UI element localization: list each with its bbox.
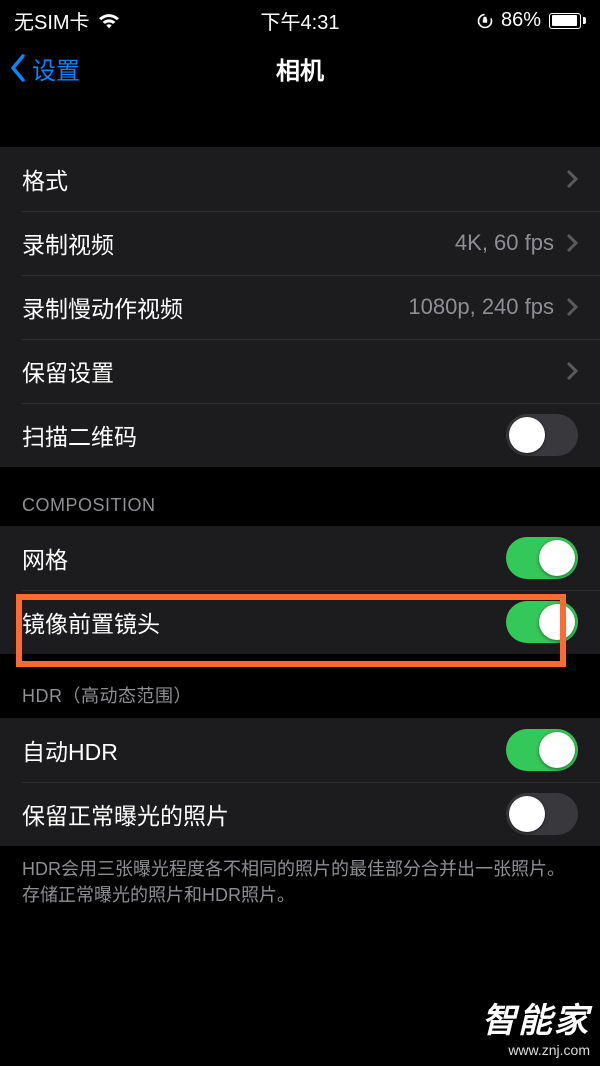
row-scan-qr: 扫描二维码 — [0, 403, 600, 467]
row-record-video[interactable]: 录制视频 4K, 60 fps — [0, 211, 600, 275]
row-label: 扫描二维码 — [22, 418, 137, 452]
nav-header: 设置 相机 — [0, 39, 600, 97]
watermark: 智能家 www.znj.com — [482, 993, 590, 1058]
row-grid: 网格 — [0, 526, 600, 590]
row-auto-hdr: 自动HDR — [0, 718, 600, 782]
back-button[interactable]: 设置 — [0, 51, 80, 86]
back-label: 设置 — [32, 51, 80, 86]
toggle-grid[interactable] — [506, 537, 578, 579]
section-footer-hdr: HDR会用三张曝光程度各不相同的照片的最佳部分合并出一张照片。存储正常曝光的照片… — [0, 846, 600, 908]
status-bar: 无SIM卡 下午4:31 86% — [0, 0, 600, 39]
row-label: 保留正常曝光的照片 — [22, 797, 229, 831]
settings-group-hdr: 自动HDR 保留正常曝光的照片 — [0, 718, 600, 846]
page-title: 相机 — [0, 51, 600, 86]
chevron-right-icon — [566, 169, 578, 189]
row-label: 录制慢动作视频 — [22, 290, 183, 324]
chevron-right-icon — [566, 233, 578, 253]
row-preserve-settings[interactable]: 保留设置 — [0, 339, 600, 403]
settings-group-main: 格式 录制视频 4K, 60 fps 录制慢动作视频 1080p, 240 fp… — [0, 147, 600, 467]
chevron-right-icon — [566, 297, 578, 317]
row-label: 镜像前置镜头 — [22, 605, 160, 639]
section-header-composition: COMPOSITION — [0, 467, 600, 526]
row-formats[interactable]: 格式 — [0, 147, 600, 211]
toggle-keep-normal[interactable] — [506, 793, 578, 835]
row-mirror-front-camera: 镜像前置镜头 — [0, 590, 600, 654]
toggle-scan-qr[interactable] — [506, 414, 578, 456]
watermark-url: www.znj.com — [482, 1042, 590, 1058]
row-label: 录制视频 — [22, 226, 114, 260]
row-label: 保留设置 — [22, 354, 114, 388]
row-label: 格式 — [22, 162, 68, 196]
row-value: 1080p, 240 fps — [408, 294, 554, 320]
battery-percent: 86% — [501, 9, 541, 32]
settings-group-composition: 网格 镜像前置镜头 — [0, 526, 600, 654]
row-keep-normal-photo: 保留正常曝光的照片 — [0, 782, 600, 846]
watermark-brand: 智能家 — [482, 993, 590, 1042]
row-record-slomo[interactable]: 录制慢动作视频 1080p, 240 fps — [0, 275, 600, 339]
rotation-lock-icon — [477, 12, 493, 30]
row-label: 自动HDR — [22, 733, 118, 767]
battery-icon — [549, 13, 586, 29]
toggle-auto-hdr[interactable] — [506, 729, 578, 771]
row-value: 4K, 60 fps — [455, 230, 554, 256]
section-header-hdr: HDR（高动态范围） — [0, 654, 600, 718]
wifi-icon — [98, 12, 120, 30]
chevron-right-icon — [566, 361, 578, 381]
sim-status: 无SIM卡 — [14, 6, 90, 35]
toggle-mirror-front[interactable] — [506, 601, 578, 643]
row-label: 网格 — [22, 541, 68, 575]
chevron-left-icon — [8, 53, 30, 83]
